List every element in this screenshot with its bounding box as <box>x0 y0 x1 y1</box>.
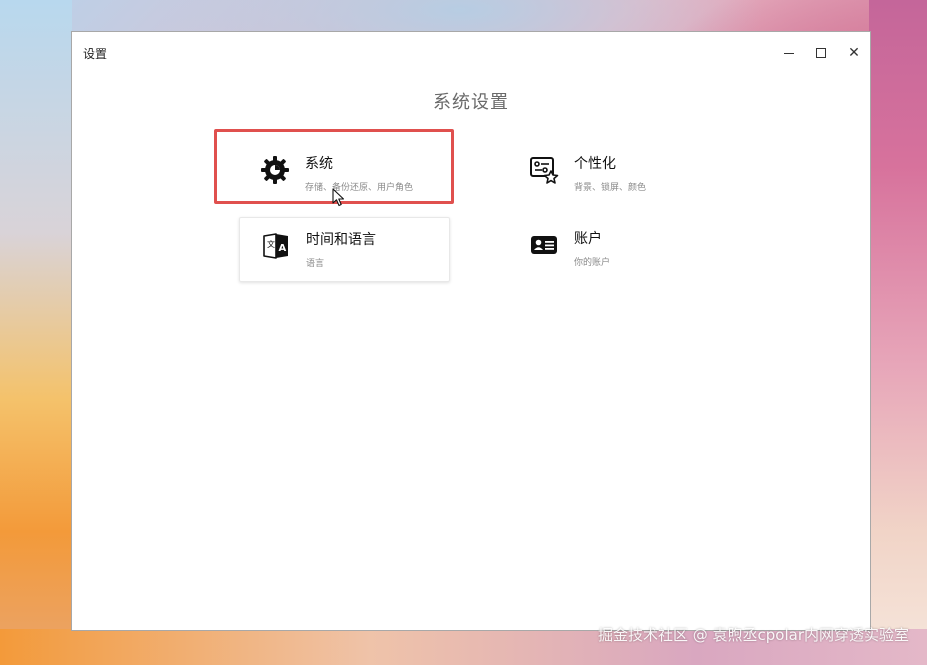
wallpaper-left-region <box>0 0 72 665</box>
wallpaper-right-region <box>869 0 927 665</box>
svg-text:文: 文 <box>267 239 275 249</box>
settings-card-account[interactable]: 账户 你的账户 <box>508 217 719 282</box>
maximize-icon <box>816 48 826 58</box>
account-card-icon <box>531 236 557 254</box>
minimize-button[interactable] <box>778 42 800 64</box>
close-button[interactable]: ✕ <box>843 42 865 64</box>
card-subtitle-system: 存储、备份还原、用户角色 <box>305 183 414 193</box>
desktop-wallpaper: 设置 ✕ 系统设置 系统 存储、备份还原、用户角色 个性化 背景、锁屏、颜色 文… <box>0 0 927 665</box>
card-title-personalization: 个性化 <box>574 156 616 172</box>
minimize-icon <box>784 52 794 54</box>
page-title: 系统设置 <box>433 92 509 113</box>
card-title-time-language: 时间和语言 <box>306 232 376 248</box>
personalize-icon <box>530 157 559 184</box>
language-icon: 文 A <box>263 233 288 259</box>
mouse-cursor-icon <box>332 188 345 207</box>
title-bar[interactable]: 设置 ✕ <box>72 32 870 74</box>
card-title-account: 账户 <box>574 231 602 247</box>
card-subtitle-personalization: 背景、锁屏、颜色 <box>574 183 647 193</box>
close-icon: ✕ <box>848 45 860 61</box>
window-title: 设置 <box>83 47 108 61</box>
settings-card-time-language[interactable]: 文 A 时间和语言 语言 <box>239 217 450 282</box>
maximize-button[interactable] <box>810 42 832 64</box>
svg-text:A: A <box>279 243 287 254</box>
watermark-text: 掘金技术社区 @ 袁煦丞cpolar内网穿透实验室 <box>597 626 909 644</box>
gear-icon <box>261 156 289 184</box>
card-subtitle-account: 你的账户 <box>574 258 611 268</box>
settings-window: 设置 ✕ 系统设置 系统 存储、备份还原、用户角色 个性化 背景、锁屏、颜色 文… <box>71 31 871 631</box>
card-title-system: 系统 <box>305 156 333 172</box>
card-subtitle-time-language: 语言 <box>306 259 325 269</box>
settings-card-personalization[interactable]: 个性化 背景、锁屏、颜色 <box>508 142 719 207</box>
